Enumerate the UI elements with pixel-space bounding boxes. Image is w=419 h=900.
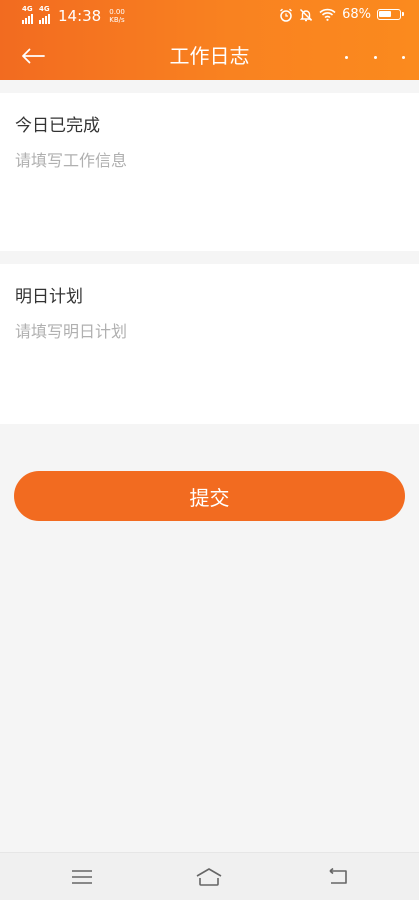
network-type-2: 4G [39,5,50,13]
completed-today-title: 今日已完成 [15,116,100,136]
battery-level [379,11,391,17]
back-icon [329,868,347,884]
signal-1: 4G [22,6,33,24]
battery-icon [377,9,404,20]
tomorrow-plan-card: 明日计划 [0,264,419,424]
network-type-1: 4G [22,5,33,13]
tomorrow-plan-title: 明日计划 [15,287,83,307]
more-button[interactable] [345,45,405,69]
signal-2: 4G [39,6,50,24]
alarm-icon [279,8,293,22]
speed-unit: KB/s [109,16,125,24]
status-bar: 4G 4G 14:38 0.00 KB/s 68% [0,0,419,33]
work-info-input[interactable] [15,151,404,170]
status-right: 68% [279,7,404,22]
app-header: 4G 4G 14:38 0.00 KB/s 68% 工作日志 [0,0,419,80]
more-dot [402,55,405,59]
nav-bar: 工作日志 [0,33,419,80]
battery-percent: 68% [342,7,371,22]
more-dot [345,55,348,59]
menu-icon [72,870,92,884]
status-left: 4G 4G 14:38 0.00 KB/s [22,6,125,26]
system-nav-bar [0,852,419,900]
system-home-button[interactable] [194,865,224,889]
submit-button[interactable]: 提交 [14,471,405,521]
wifi-icon [319,8,336,21]
home-icon [196,868,222,886]
signal-bars-icon [39,14,50,24]
mute-bell-icon [299,8,313,22]
completed-today-card: 今日已完成 [0,93,419,251]
signal-bars-icon [22,14,33,24]
tomorrow-plan-input[interactable] [15,322,404,341]
speed-value: 0.00 [109,8,125,16]
more-dot [373,55,377,59]
status-time: 14:38 [58,7,102,25]
system-menu-button[interactable] [67,865,97,889]
system-back-button[interactable] [322,865,352,889]
network-speed: 0.00 KB/s [109,8,125,24]
